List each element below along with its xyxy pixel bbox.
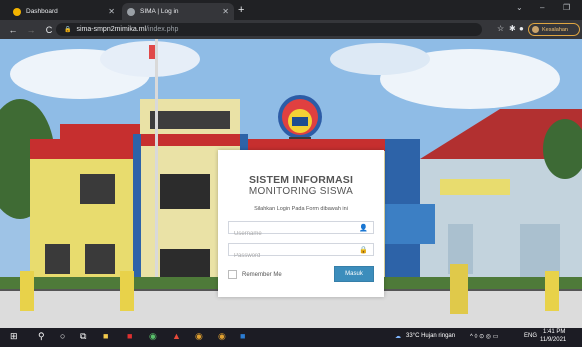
sima-favicon-icon xyxy=(127,7,135,16)
remember-me[interactable]: Remember Me xyxy=(228,270,282,279)
cortana-icon[interactable]: ○ xyxy=(60,331,65,341)
browser-tab-strip: Dashboard ✕ SIMA | Log in ✕ + ⌄ – ❐ xyxy=(0,0,582,20)
acrobat-icon[interactable]: ▲ xyxy=(172,331,181,341)
tab-sima-login[interactable]: SIMA | Log in ✕ xyxy=(122,3,234,20)
profile-avatar-icon[interactable]: ● xyxy=(519,24,524,33)
username-input[interactable] xyxy=(229,228,354,240)
windows-taskbar: ⊞ ⚲ ○ ⧉ ■ ■ ◉ ▲ ◉ ◉ ■ ☁ 33°C Hujan ringa… xyxy=(0,328,582,347)
windows-start-icon[interactable]: ⊞ xyxy=(10,331,18,342)
dashboard-favicon-icon xyxy=(13,7,21,16)
tray-icons[interactable]: ^ ◊ ⊙ ◎ ▭ xyxy=(470,333,498,340)
back-icon[interactable]: ← xyxy=(8,25,18,35)
bookmark-star-icon[interactable]: ☆ xyxy=(497,24,504,33)
whatsapp-icon[interactable]: ◉ xyxy=(149,331,157,342)
chrome-active-icon[interactable]: ◉ xyxy=(218,331,226,342)
word-icon[interactable]: ■ xyxy=(240,331,245,341)
password-field-wrapper: 🔒 xyxy=(228,243,374,262)
lock-icon: 🔒 xyxy=(359,247,368,254)
tab-label: Dashboard xyxy=(26,8,58,15)
app-subtitle: MONITORING SISWA xyxy=(248,186,354,197)
tab-label: SIMA | Log in xyxy=(140,8,179,15)
app-title: SISTEM INFORMASI xyxy=(248,174,354,186)
task-view-icon[interactable]: ⧉ xyxy=(80,331,86,342)
login-button[interactable]: Masuk xyxy=(334,266,374,282)
lock-icon: 🔒 xyxy=(64,27,72,33)
reload-icon[interactable]: C xyxy=(44,25,54,35)
minimize-icon[interactable]: – xyxy=(540,3,544,12)
remember-me-label: Remember Me xyxy=(242,271,282,278)
app-icon[interactable]: ■ xyxy=(127,331,132,341)
profile-label: Kesalahan xyxy=(542,26,568,33)
extensions-icon[interactable]: ✱ xyxy=(509,24,516,33)
chrome-icon[interactable]: ◉ xyxy=(195,331,203,342)
page-viewport: SISTEM INFORMASI MONITORING SISWA Silahk… xyxy=(0,39,582,328)
username-field-wrapper: 👤 xyxy=(228,221,374,240)
user-icon: 👤 xyxy=(359,225,368,232)
language-indicator[interactable]: ENG xyxy=(524,333,537,339)
error-profile-button[interactable]: Kesalahan xyxy=(528,23,580,36)
maximize-icon[interactable]: ❐ xyxy=(563,3,570,12)
weather-icon[interactable]: ☁ xyxy=(395,333,401,340)
address-bar[interactable]: 🔒 sima-smpn2mimika.ml /index.php xyxy=(56,23,482,36)
new-tab-button[interactable]: + xyxy=(238,4,244,16)
tab-search-icon[interactable]: ⌄ xyxy=(516,3,523,12)
browser-toolbar: ← → C 🔒 sima-smpn2mimika.ml /index.php ☆… xyxy=(0,20,582,39)
login-instruction: Silahkan Login Pada Form dibawah ini xyxy=(254,206,348,212)
tab-dashboard[interactable]: Dashboard ✕ xyxy=(8,3,120,20)
avatar xyxy=(532,26,539,33)
password-input[interactable] xyxy=(229,250,354,262)
file-explorer-icon[interactable]: ■ xyxy=(103,331,108,341)
remember-me-checkbox[interactable] xyxy=(228,270,237,279)
url-path: /index.php xyxy=(146,26,179,33)
clock-date[interactable]: 11/9/2021 xyxy=(540,337,566,343)
weather-text[interactable]: 33°C Hujan ringan xyxy=(406,333,455,339)
close-tab-icon[interactable]: ✕ xyxy=(108,7,115,16)
forward-icon[interactable]: → xyxy=(26,25,36,35)
login-card: SISTEM INFORMASI MONITORING SISWA Silahk… xyxy=(218,150,384,297)
close-tab-icon[interactable]: ✕ xyxy=(222,7,229,16)
search-icon[interactable]: ⚲ xyxy=(38,331,45,342)
clock-time[interactable]: 1:41 PM xyxy=(543,329,565,335)
url-host: sima-smpn2mimika.ml xyxy=(76,26,147,33)
